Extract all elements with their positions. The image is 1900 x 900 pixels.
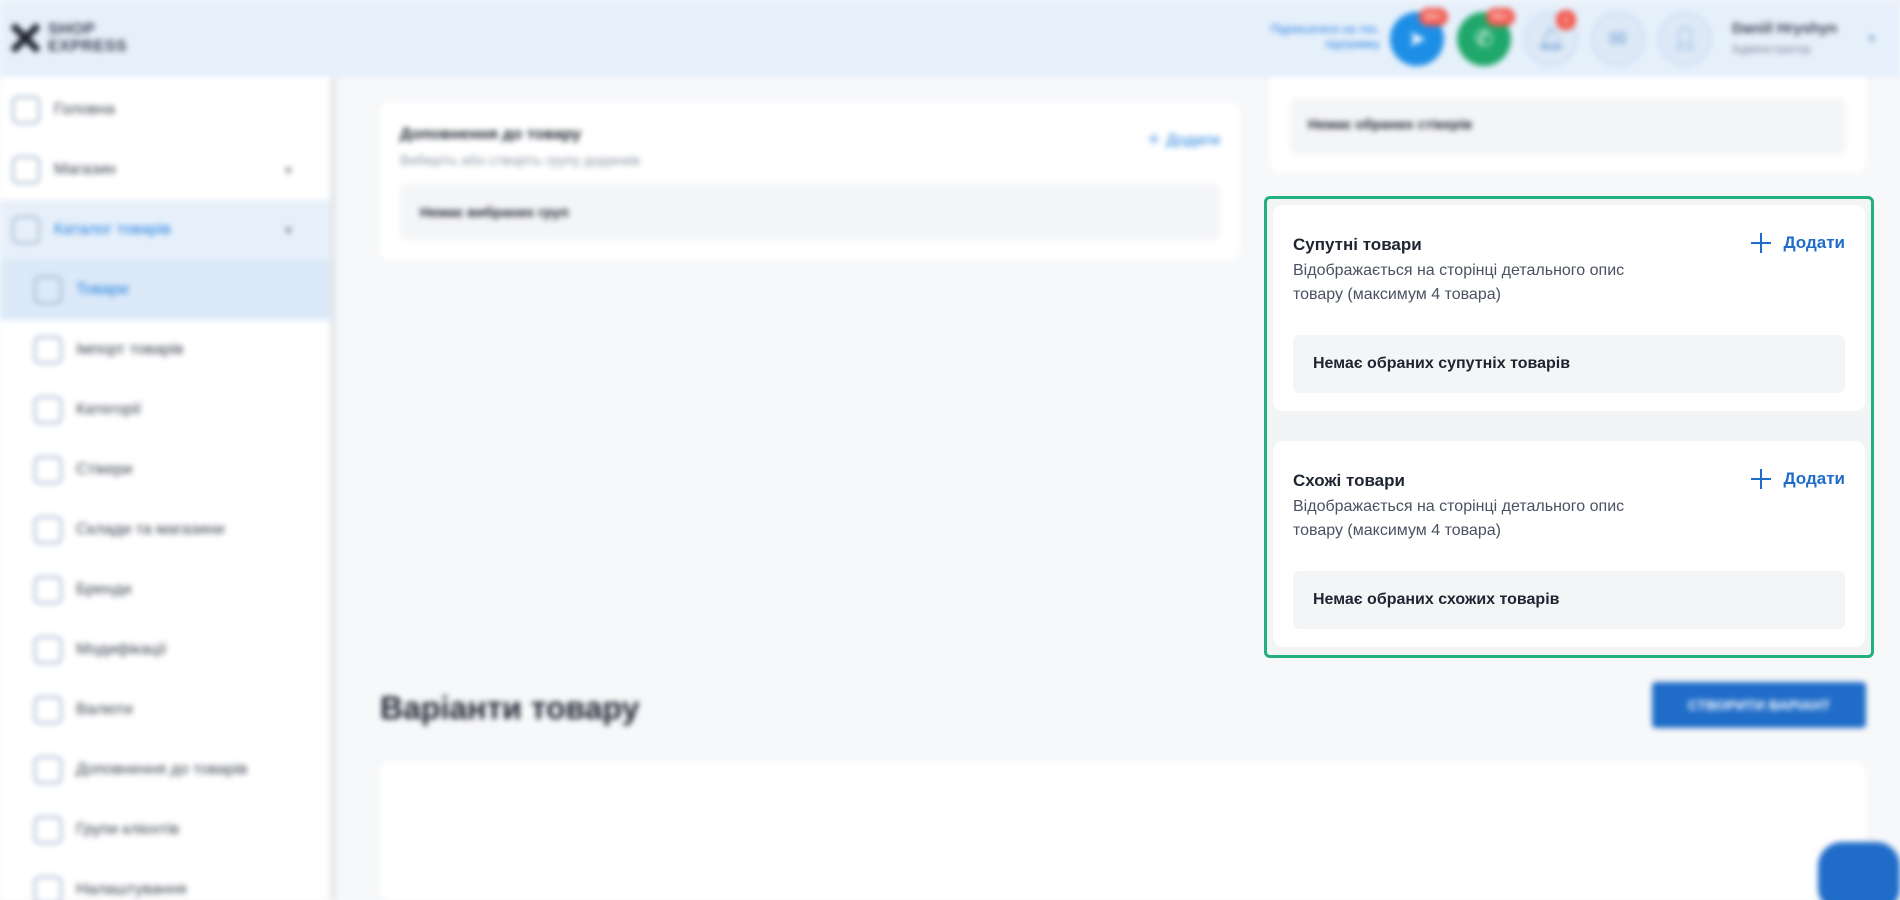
plus-icon [1751,469,1772,489]
add-label: Додати [1783,233,1845,252]
chat-icon: ✉ [1608,26,1628,51]
sidebar-item-label: Групи клієнтів [76,821,179,838]
similar-empty-state: Немає обраних схожих товарів [1293,571,1845,629]
chevron-down-icon: ▾ [284,221,292,238]
telegram-icon: ➤ [1407,26,1427,51]
plus-icon [1751,233,1772,253]
sidebar-item-label: Налаштування [76,881,187,898]
addons-title: Доповнення до товару [400,126,582,143]
viber-icon: ✆ [1474,26,1494,51]
user-icon: 👤︎ [1671,26,1699,51]
shop-express-logo[interactable]: SHOP EXPRESS [8,20,127,56]
similar-products-description: Відображається на сторінці детального оп… [1293,498,1625,539]
addons-subtitle: Виберіть або створіть групу доданків [400,152,640,168]
sidebar-item-settings[interactable]: Налаштування [0,860,330,900]
sidebar-item-import[interactable]: Імпорт товарів [0,320,330,380]
sidebar-item-label: Бренди [76,581,132,598]
telegram-button[interactable]: ➤ 99+ [1390,8,1448,66]
addons-card: Доповнення до товару Виберіть або створі… [380,102,1240,260]
related-products-description: Відображається на сторінці детального оп… [1293,262,1625,303]
warehouse-icon [34,516,62,544]
categories-icon [34,396,62,424]
add-label: Додати [1783,469,1845,488]
gear-icon [34,876,62,900]
user-name[interactable]: Daniil Hryshyn [1732,20,1837,37]
sidebar-item-brands[interactable]: Бренди [0,560,330,620]
highlighted-region: Супутні товари Відображається на сторінц… [1264,196,1874,658]
top-header: SHOP EXPRESS Підписатися на тех. підтрим… [0,0,1900,78]
viber-button[interactable]: ✆ 99+ [1457,8,1515,66]
sidebar-item-label: Доповнення до товарів [76,761,248,778]
stickers-empty-state: Немає обраних стікерів [1290,98,1846,154]
variants-title: Варіанти товару [380,690,640,726]
chevron-down-icon[interactable]: ▾ [1868,30,1875,47]
sidebar-item-shop[interactable]: Магазин ▾ [0,140,330,200]
users-icon [34,816,62,844]
viber-badge: 99+ [1486,8,1515,26]
sidebar-item-label: Магазин [54,161,116,178]
brand-icon [34,576,62,604]
logo-mark-icon [8,20,42,56]
support-link[interactable]: Підписатися на тех. підтримку [1240,22,1380,52]
sidebar-item-label: Стікери [76,461,133,478]
sidebar-item-label: Каталог товарів [54,221,171,238]
import-icon [34,336,62,364]
addon-icon [34,756,62,784]
logo-line2: EXPRESS [48,38,128,55]
sidebar-item-stickers[interactable]: Стікери [0,440,330,500]
sidebar-item-catalog[interactable]: Каталог товарів ▾ [0,200,330,260]
addons-add-button[interactable]: ＋ Додати [1146,126,1220,150]
currency-icon [34,696,62,724]
notifications-button[interactable]: 🔔︎ 1 [1524,10,1578,66]
logo-line1: SHOP [48,21,96,38]
similar-add-button[interactable]: Додати [1751,469,1845,489]
create-variant-button[interactable]: СТВОРИТИ ВАРІАНТ [1652,682,1866,728]
telegram-badge: 99+ [1419,8,1448,26]
sidebar-item-currencies[interactable]: Валюти [0,680,330,740]
sidebar-item-customer-groups[interactable]: Групи клієнтів [0,800,330,860]
sidebar: Головна Магазин ▾ Каталог товарів ▾ Това… [0,78,336,900]
cart-icon [12,156,40,184]
sticker-icon [34,456,62,484]
addons-empty-state: Немає вибраних груп [400,184,1220,240]
related-products-title: Супутні товари [1293,235,1422,254]
variants-card [380,762,1866,900]
user-role: Адміністратор [1732,42,1811,56]
sidebar-item-warehouses[interactable]: Склади та магазини [0,500,330,560]
plus-icon: ＋ [1145,132,1162,149]
sidebar-item-modifications[interactable]: Модифікації [0,620,330,680]
sidebar-item-products[interactable]: Товари [0,260,330,320]
related-add-button[interactable]: Додати [1751,233,1845,253]
notifications-badge: 1 [1556,10,1576,30]
clipboard-icon [34,636,62,664]
sidebar-item-label: Головна [54,101,115,118]
sidebar-item-label: Валюти [76,701,133,718]
related-products-card: Супутні товари Відображається на сторінц… [1273,205,1865,411]
chat-widget-button[interactable] [1818,842,1900,900]
sidebar-item-addons[interactable]: Доповнення до товарів [0,740,330,800]
catalog-icon [12,216,40,244]
similar-products-card: Схожі товари Відображається на сторінці … [1273,441,1865,647]
user-avatar[interactable]: 👤︎ [1658,12,1712,66]
sidebar-item-categories[interactable]: Категорії [0,380,330,440]
sidebar-item-label: Модифікації [76,641,167,658]
related-empty-state: Немає обраних супутніх товарів [1293,335,1845,393]
bell-icon: 🔔︎ [1537,26,1565,51]
stickers-card: Немає обраних стікерів [1270,78,1866,173]
sidebar-item-label: Категорії [76,401,142,418]
home-icon [12,96,40,124]
sidebar-item-label: Товари [76,281,129,298]
add-label: Додати [1166,132,1220,149]
products-icon [34,276,62,304]
similar-products-title: Схожі товари [1293,471,1405,490]
sidebar-item-label: Імпорт товарів [76,341,184,358]
sidebar-item-label: Склади та магазини [76,521,225,538]
messages-button[interactable]: ✉ [1591,12,1645,66]
chevron-down-icon: ▾ [284,161,292,178]
sidebar-item-home[interactable]: Головна [0,80,330,140]
